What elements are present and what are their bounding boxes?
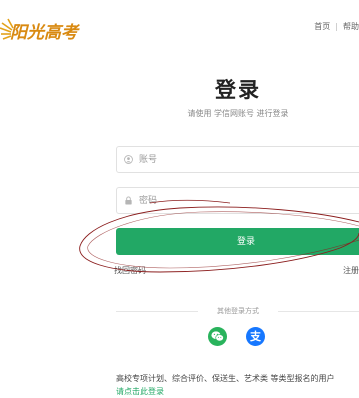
other-methods-label: 其他登录方式: [217, 307, 259, 315]
forgot-password-link[interactable]: 找回密码: [114, 265, 146, 276]
nav-separator: |: [335, 22, 338, 31]
password-input[interactable]: [139, 188, 359, 213]
logo-text: 阳光高考: [10, 23, 78, 43]
nav-home-link[interactable]: 首页: [314, 22, 330, 31]
login-subtitle: 请使用 学信网账号 进行登录: [187, 109, 289, 118]
alipay-glyph: 支: [250, 330, 261, 343]
special-admission-note: 高校专项计划、综合评价、保送生、艺术类 等类型报名的用户: [116, 374, 335, 383]
wechat-icon[interactable]: [208, 327, 227, 346]
special-admission-login-link[interactable]: 请点击此登录: [116, 386, 164, 397]
login-button[interactable]: 登录: [116, 228, 359, 255]
site-logo[interactable]: 阳光高考: [0, 17, 110, 43]
user-icon: [124, 155, 133, 164]
account-field[interactable]: [116, 146, 359, 173]
lock-icon: [125, 196, 132, 205]
account-input[interactable]: [139, 147, 359, 172]
nav-help-link[interactable]: 帮助: [343, 22, 359, 31]
wechat-bubbles-icon: [211, 331, 224, 342]
page-title: 登录: [215, 78, 261, 102]
top-nav: 首页 | 帮助: [314, 21, 359, 32]
password-field[interactable]: [116, 187, 359, 214]
alipay-icon[interactable]: 支: [246, 327, 265, 346]
register-link[interactable]: 注册: [343, 265, 359, 276]
